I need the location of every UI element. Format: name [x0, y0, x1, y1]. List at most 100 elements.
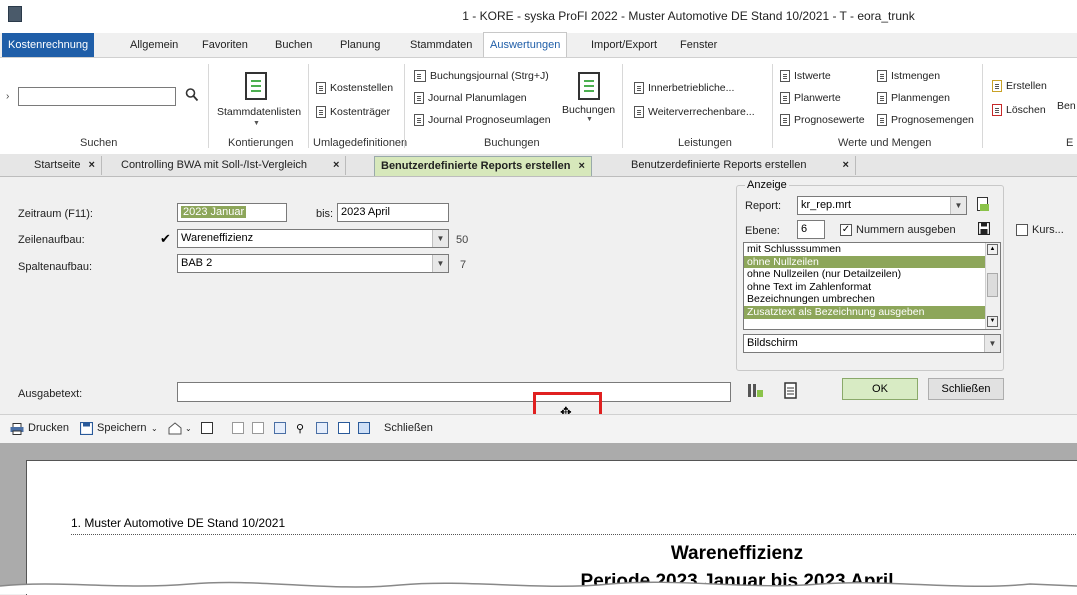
list-item[interactable]: Bezeichnungen umbrechen [744, 293, 1000, 306]
kurs-checkbox[interactable] [1016, 224, 1028, 236]
search-expand-arrow[interactable]: › [6, 91, 9, 102]
save-icon[interactable] [79, 421, 94, 436]
ribbon-separator [982, 64, 983, 148]
search-input[interactable] [18, 87, 176, 106]
report-page: 1. Muster Automotive DE Stand 10/2021 Wa… [26, 460, 1077, 595]
ben-button[interactable]: Ben [1057, 100, 1076, 112]
schliessen-button[interactable]: Schließen [928, 378, 1004, 400]
page-icon[interactable] [232, 422, 244, 434]
search-icon[interactable] [185, 87, 199, 103]
doc-tab-startseite[interactable]: Startseite × [28, 156, 102, 175]
scroll-thumb[interactable] [987, 273, 998, 297]
chevron-down-icon[interactable]: ▼ [984, 335, 1000, 352]
istmengen-button[interactable]: Istmengen [877, 70, 940, 82]
stammdatenlisten-button[interactable]: Stammdatenlisten [217, 106, 301, 118]
buchungen-icon[interactable] [578, 72, 600, 100]
chevron-down-icon[interactable]: ▼ [586, 116, 593, 123]
istwerte-button[interactable]: Istwerte [780, 70, 831, 82]
zeilenaufbau-select[interactable]: Wareneffizienz ▼ [177, 229, 449, 248]
save-icon[interactable] [977, 221, 991, 236]
list-item[interactable]: Zusatztext als Bezeichnung ausgeben [744, 305, 1000, 319]
scroll-down-icon[interactable]: ▼ [987, 316, 998, 327]
doc-tab-benutzerdefinierte-active[interactable]: Benutzerdefinierte Reports erstellen × [374, 156, 592, 176]
output-target-value: Bildschirm [747, 337, 798, 349]
page-icon[interactable] [201, 422, 213, 434]
zeitraum-bis-input[interactable]: 2023 April [337, 203, 449, 222]
page-icon[interactable] [252, 422, 264, 434]
list-scrollbar[interactable]: ▲ ▼ [985, 243, 1000, 329]
ribbon-tab-import-export[interactable]: Import/Export [585, 33, 663, 57]
ribbon-tab-stammdaten[interactable]: Stammdaten [404, 33, 478, 57]
table-icon[interactable] [274, 422, 286, 434]
innerbetriebliche-button[interactable]: Innerbetriebliche... [634, 82, 734, 94]
weiterverrechenbare-button[interactable]: Weiterverrechenbare... [634, 106, 755, 118]
buchungsjournal-button[interactable]: Buchungsjournal (Strg+J) [414, 70, 549, 82]
report-select[interactable]: kr_rep.mrt ▼ [797, 196, 967, 215]
close-icon[interactable]: × [579, 160, 585, 172]
document-icon [634, 82, 644, 94]
scroll-up-icon[interactable]: ▲ [987, 244, 998, 255]
window-title: 1 - KORE - syska ProFI 2022 - Muster Aut… [462, 9, 915, 23]
journal-planumlagen-button[interactable]: Journal Planumlagen [414, 92, 527, 104]
view-icon[interactable] [316, 422, 328, 434]
single-page-icon[interactable] [338, 422, 350, 434]
chevron-down-icon[interactable]: ⌄ [185, 424, 192, 433]
display-options-list[interactable]: mit Schlusssummen ohne Nullzeilen ohne N… [743, 242, 1001, 330]
ebene-input[interactable]: 6 [797, 220, 825, 239]
prognosemengen-button[interactable]: Prognosemengen [877, 114, 974, 126]
ribbon-tab-buchen[interactable]: Buchen [269, 33, 318, 57]
kostenstellen-label: Kostenstellen [330, 82, 394, 94]
chevron-down-icon[interactable]: ⌄ [151, 424, 158, 433]
list-item[interactable]: ohne Text im Zahlenformat [744, 281, 1000, 294]
close-icon[interactable]: × [842, 159, 848, 171]
printer-icon[interactable] [10, 423, 24, 435]
ribbon-tab-planung[interactable]: Planung [334, 33, 386, 57]
close-icon[interactable]: × [333, 159, 339, 171]
stammdatenlisten-icon[interactable] [245, 72, 267, 100]
doc-tab-controlling-bwa[interactable]: Controlling BWA mit Soll-/Ist-Vergleich × [115, 156, 347, 175]
doc-tab-benutzerdefinierte[interactable]: Benutzerdefinierte Reports erstellen × [625, 156, 856, 175]
loeschen-button[interactable]: Löschen [992, 104, 1046, 116]
kostenstellen-button[interactable]: Kostenstellen [316, 82, 393, 94]
app-icon[interactable] [8, 6, 22, 22]
output-target-select[interactable]: Bildschirm ▼ [743, 334, 1001, 353]
torn-edge [0, 581, 1077, 594]
ribbon-tab-auswertungen[interactable]: Auswertungen [483, 32, 568, 59]
ribbon-tab-fenster[interactable]: Fenster [674, 33, 723, 57]
ausgabetext-input[interactable] [177, 382, 731, 402]
list-item[interactable]: mit Schlusssummen [744, 243, 1000, 256]
nummern-checkbox[interactable]: ✓ [840, 224, 852, 236]
chevron-down-icon[interactable]: ▼ [432, 255, 448, 272]
buchungen-button[interactable]: Buchungen [562, 104, 615, 116]
chevron-down-icon[interactable]: ▼ [950, 197, 966, 214]
binoculars-icon[interactable]: ⚲ [296, 422, 304, 435]
schliessen-toolbar-button[interactable]: Schließen [384, 422, 433, 434]
list-item[interactable]: ohne Nullzeilen (nur Detailzeilen) [744, 268, 1000, 281]
ok-button[interactable]: OK [842, 378, 918, 400]
export-icon[interactable] [168, 422, 182, 435]
list-item[interactable]: ohne Nullzeilen [744, 255, 1000, 269]
page-width-icon[interactable] [358, 422, 370, 434]
chevron-down-icon[interactable]: ▼ [432, 230, 448, 247]
close-icon[interactable]: × [88, 159, 94, 171]
ribbon-tab-kostenrechnung[interactable]: Kostenrechnung [2, 33, 95, 57]
checkmark-icon: ✔ [160, 231, 171, 246]
erstellen-button[interactable]: Erstellen [992, 80, 1047, 92]
columns-settings-icon[interactable] [746, 382, 764, 400]
zeitraum-von-input[interactable]: 2023 Januar [177, 203, 287, 222]
spaltenaufbau-select[interactable]: BAB 2 ▼ [177, 254, 449, 273]
edit-report-icon[interactable] [977, 197, 989, 212]
ribbon-tab-allgemein[interactable]: Allgemein [124, 33, 184, 57]
ribbon-tab-favoriten[interactable]: Favoriten [196, 33, 254, 57]
planwerte-button[interactable]: Planwerte [780, 92, 841, 104]
chevron-down-icon[interactable]: ▼ [253, 120, 260, 127]
prognosewerte-button[interactable]: Prognosewerte [780, 114, 865, 126]
drucken-button[interactable]: Drucken [28, 422, 69, 434]
speichern-button[interactable]: Speichern [97, 422, 147, 434]
weiterverrechenbare-label: Weiterverrechenbare... [648, 106, 755, 118]
document-icon[interactable] [784, 382, 798, 400]
journal-prognoseumlagen-button[interactable]: Journal Prognoseumlagen [414, 114, 551, 126]
report-company: 1. Muster Automotive DE Stand 10/2021 [71, 516, 286, 530]
planmengen-button[interactable]: Planmengen [877, 92, 950, 104]
kostentraeger-button[interactable]: Kostenträger [316, 106, 390, 118]
